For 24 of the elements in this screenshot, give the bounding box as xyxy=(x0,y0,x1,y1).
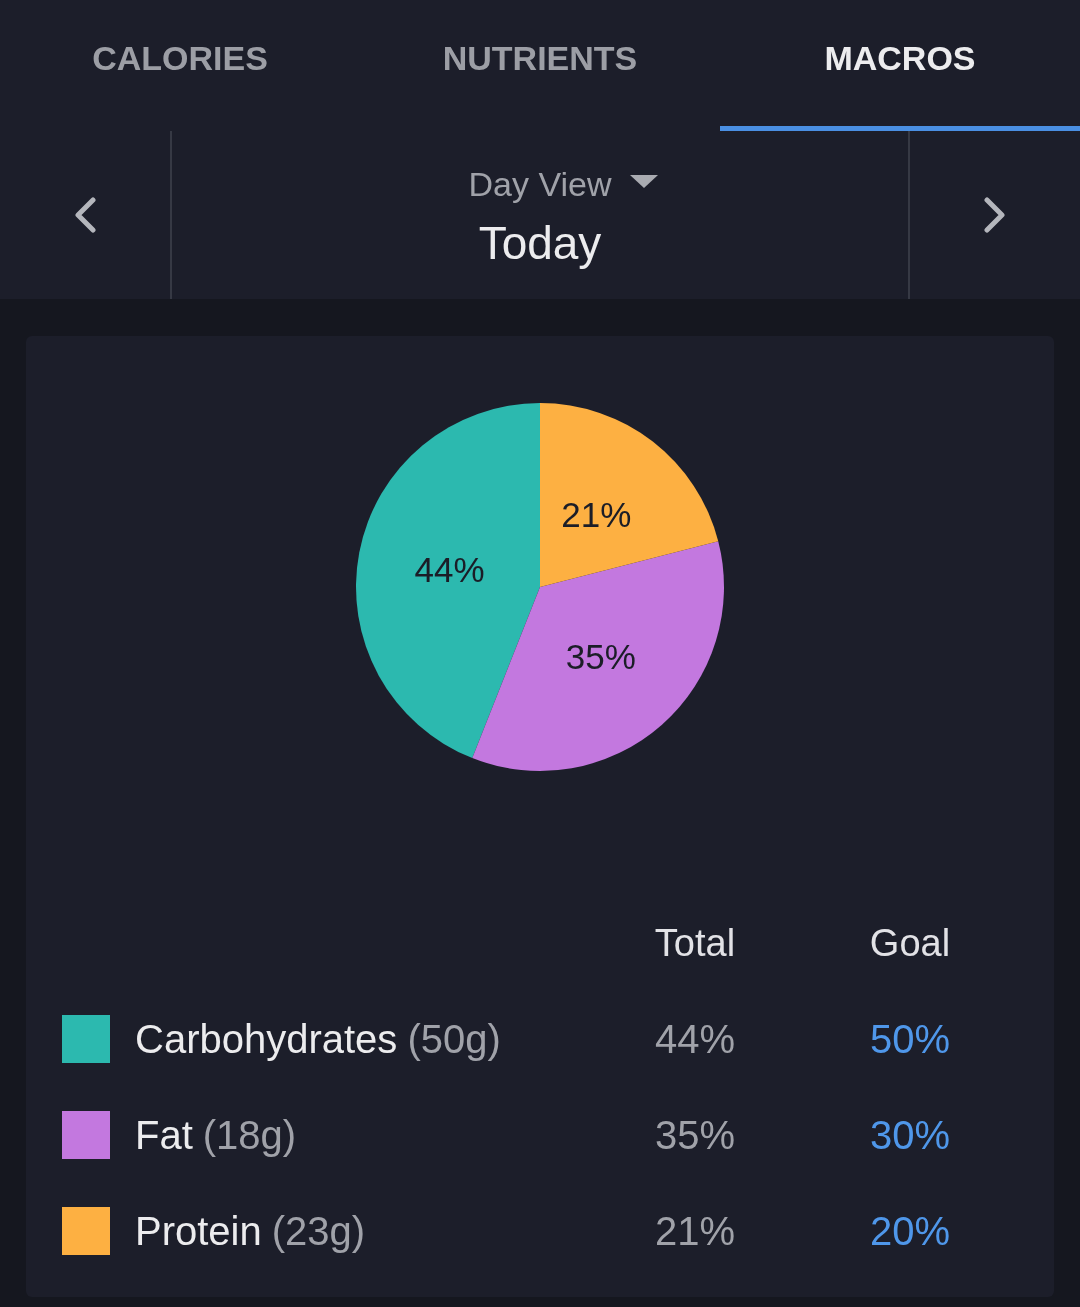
macro-amount: (50g) xyxy=(407,1016,501,1062)
macro-amount: (23g) xyxy=(271,1208,366,1254)
slice-label: 21% xyxy=(561,494,632,534)
chevron-right-icon xyxy=(983,196,1007,233)
macro-name: Carbohydrates xyxy=(135,1016,398,1062)
chevron-left-icon xyxy=(73,196,97,233)
total-percent: 35% xyxy=(654,1112,736,1158)
tab[interactable]: NUTRIENTS xyxy=(360,0,720,131)
slice-label: 44% xyxy=(414,550,485,590)
date-label: Today xyxy=(478,216,602,271)
slice-label: 35% xyxy=(565,636,636,676)
macro-name: Fat xyxy=(135,1112,193,1158)
macro-name: Protein xyxy=(135,1208,262,1254)
caret-icon xyxy=(629,175,658,189)
view-dropdown[interactable]: Day View xyxy=(422,165,658,205)
total-percent: 44% xyxy=(654,1016,736,1062)
column-header: Total xyxy=(654,921,736,965)
column-header: Goal xyxy=(869,921,951,965)
goal-percent: 20% xyxy=(869,1208,951,1254)
tab[interactable]: CALORIES xyxy=(0,0,360,131)
macro-amount: (18g) xyxy=(202,1112,297,1158)
total-percent: 21% xyxy=(654,1208,736,1254)
goal-percent: 30% xyxy=(869,1112,951,1158)
goal-percent: 50% xyxy=(869,1016,951,1062)
